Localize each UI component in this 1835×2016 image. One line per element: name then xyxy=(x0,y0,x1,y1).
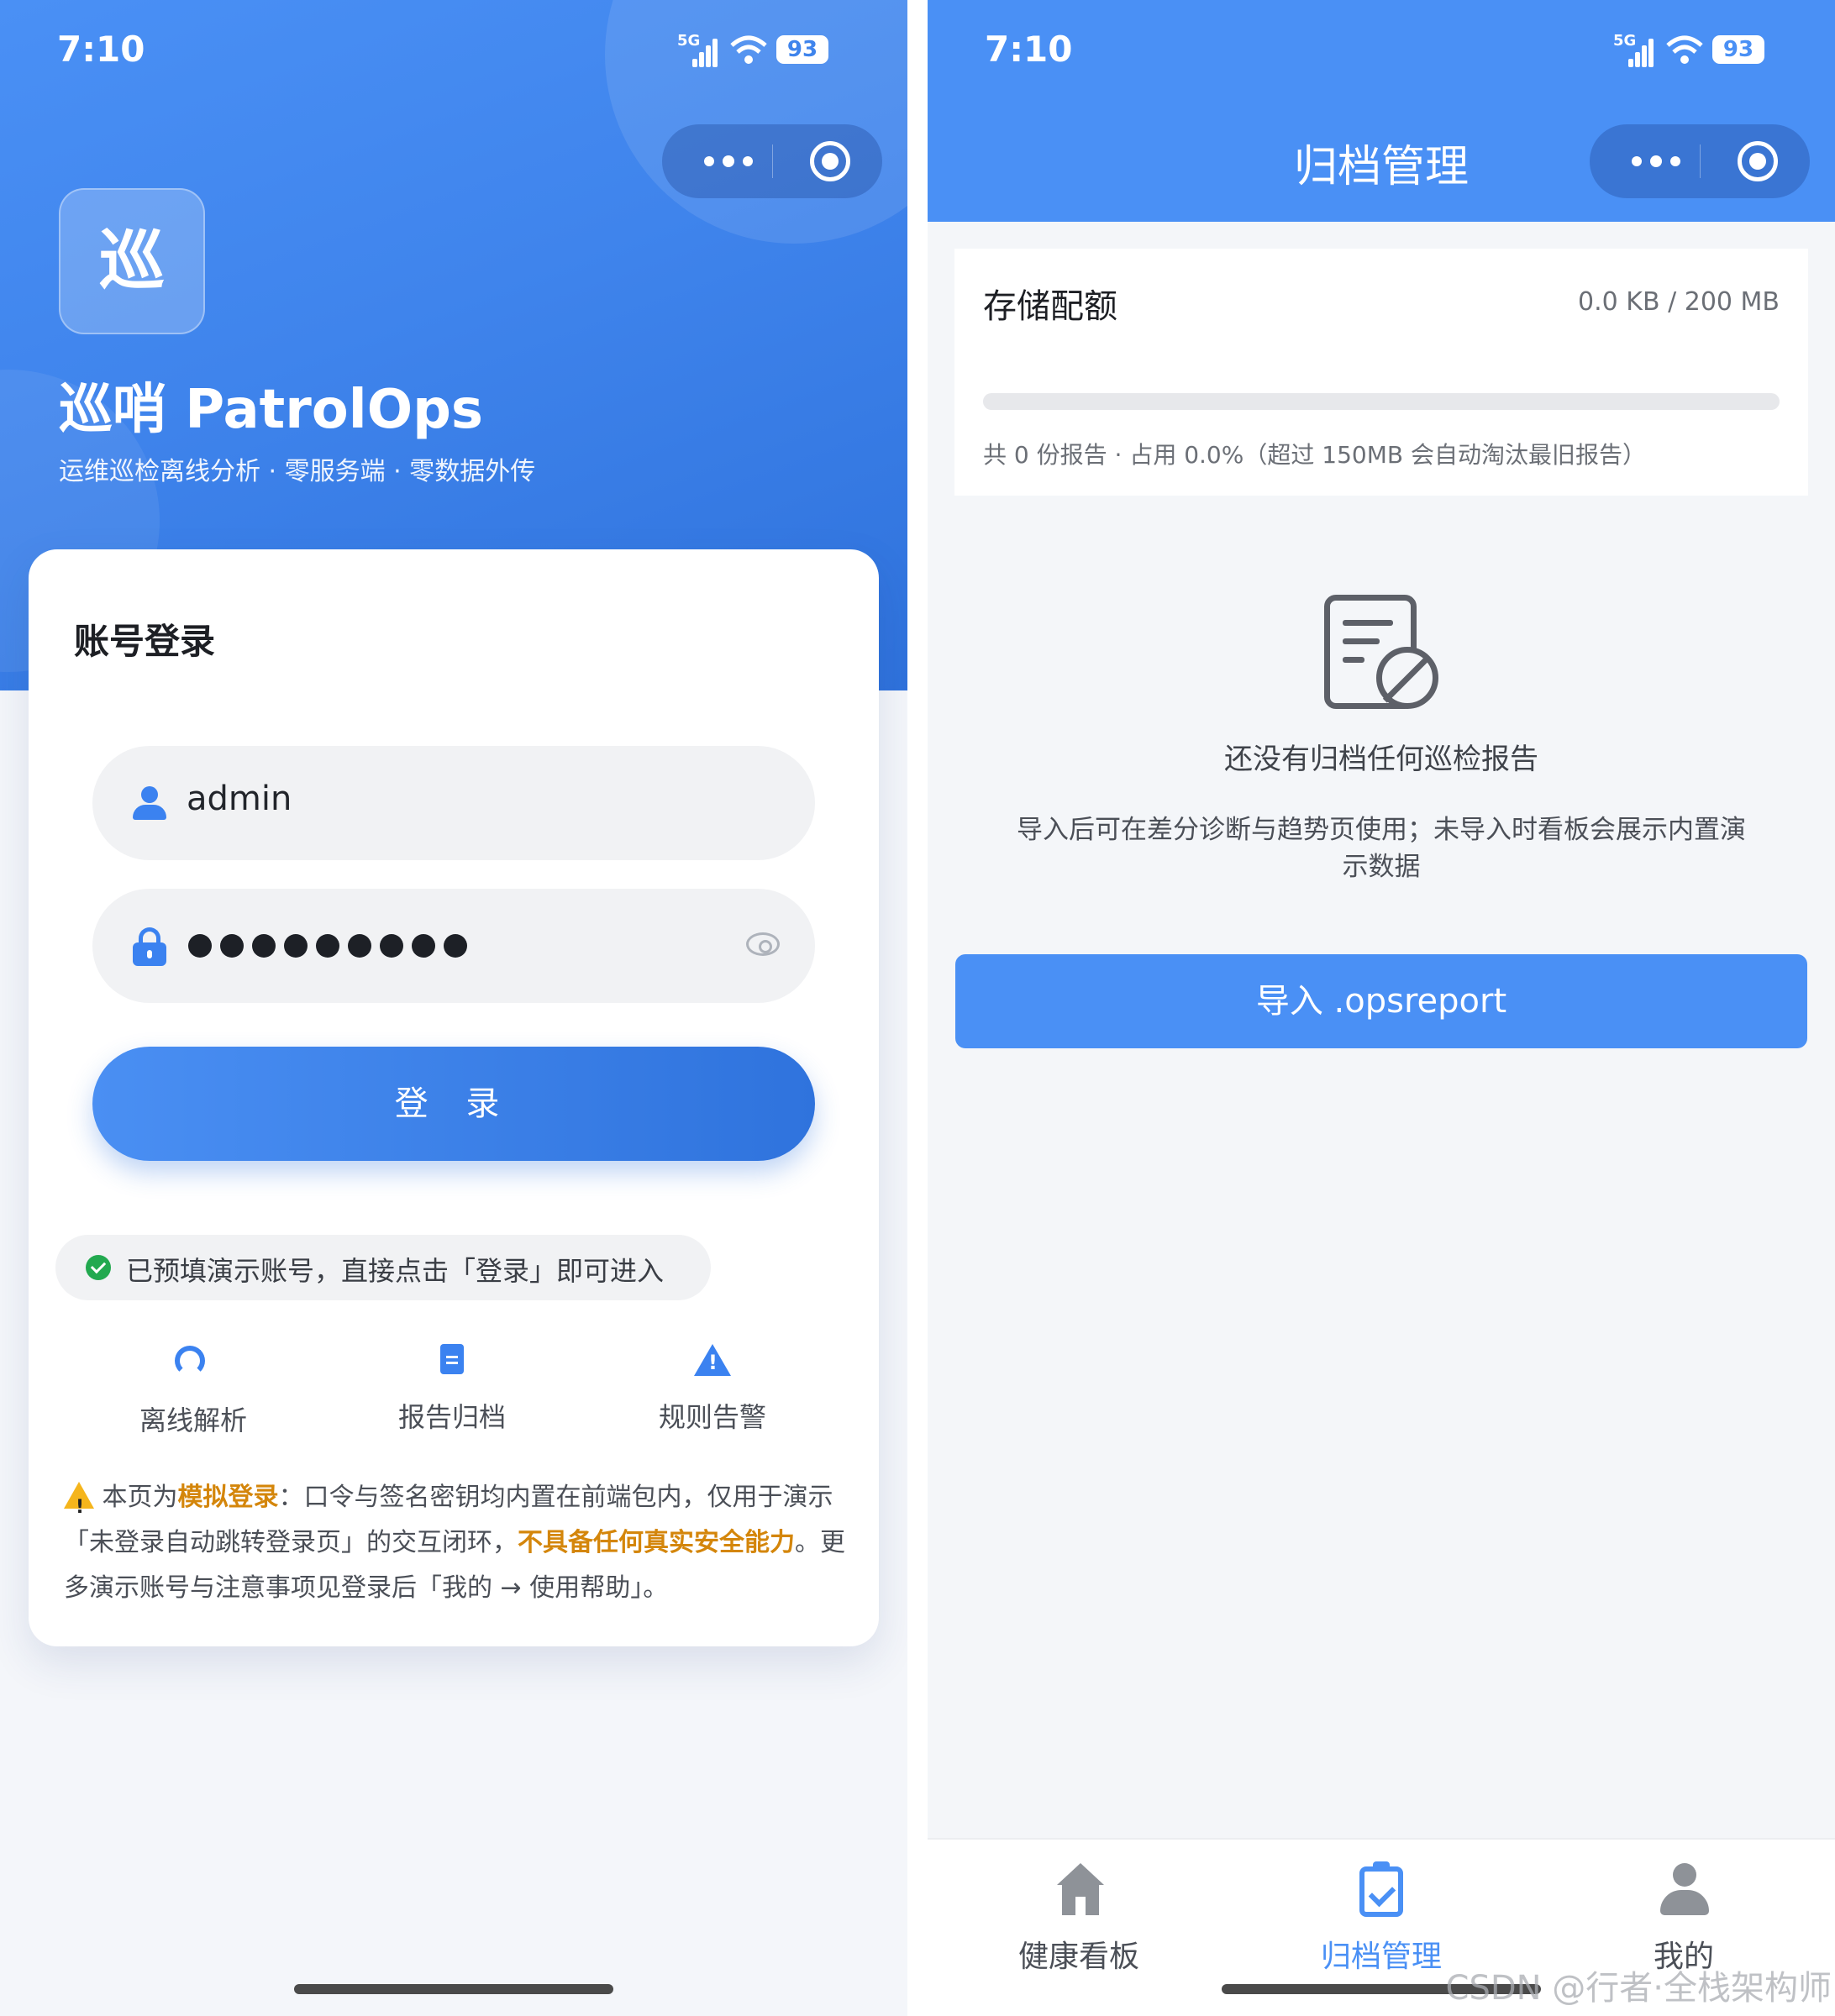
document-icon xyxy=(434,1342,471,1379)
password-dot xyxy=(348,934,371,958)
tab-archive-management[interactable]: 归档管理 xyxy=(1289,1861,1474,1976)
battery-icon: 93 xyxy=(776,35,828,64)
password-dot xyxy=(412,934,435,958)
tab-health-dashboard[interactable]: 健康看板 xyxy=(986,1863,1171,1976)
headset-icon xyxy=(175,1346,212,1383)
close-target-icon[interactable] xyxy=(1738,141,1778,181)
wifi-icon xyxy=(1666,35,1703,64)
wifi-icon xyxy=(730,35,767,64)
signal-icon xyxy=(1628,39,1654,67)
feature-label: 离线解析 xyxy=(139,1404,247,1436)
app-logo: 巡 xyxy=(59,188,205,334)
password-dot xyxy=(252,934,276,958)
feature-label: 规则告警 xyxy=(658,1401,766,1433)
prefill-hint: 已预填演示账号，直接点击「登录」即可进入 xyxy=(55,1235,711,1300)
notice-highlight: 模拟登录 xyxy=(177,1483,279,1512)
password-dot xyxy=(444,934,467,958)
feature-rule-alert: 规则告警 xyxy=(628,1342,797,1435)
password-dot xyxy=(316,934,339,958)
battery-icon: 93 xyxy=(1712,35,1764,64)
show-password-eye-icon[interactable] xyxy=(746,932,780,956)
login-screen: 7:10 5G 93 巡 巡哨 PatrolOps 运维巡检离线分析 · 零服务… xyxy=(0,0,907,2016)
empty-report-icon xyxy=(1324,595,1442,712)
quota-label: 存储配额 xyxy=(983,287,1117,326)
mock-login-notice: 本页为模拟登录：口令与签名密钥均内置在前端包内，仅用于演示「未登录自动跳转登录页… xyxy=(64,1475,854,1611)
more-icon[interactable] xyxy=(694,124,761,198)
status-time: 7:10 xyxy=(57,29,145,70)
status-bar: 7:10 5G 93 xyxy=(0,0,907,101)
warning-icon xyxy=(64,1482,94,1530)
feature-label: 报告归档 xyxy=(397,1401,506,1433)
user-icon xyxy=(131,785,168,822)
password-dot xyxy=(220,934,244,958)
status-time: 7:10 xyxy=(985,29,1073,70)
status-icons: 5G 93 xyxy=(1613,32,1764,71)
lock-icon xyxy=(131,927,168,966)
status-icons: 5G 93 xyxy=(677,32,828,71)
password-dot xyxy=(284,934,308,958)
signal-icon xyxy=(692,39,718,67)
clipboard-check-icon xyxy=(1356,1861,1406,1917)
app-brand-title: 巡哨 PatrolOps xyxy=(59,379,484,441)
login-button[interactable]: 登 录 xyxy=(92,1047,815,1161)
more-icon[interactable] xyxy=(1622,124,1689,198)
password-mask[interactable] xyxy=(188,934,476,959)
tab-label: 健康看板 xyxy=(1017,1940,1139,1974)
app-tagline: 运维巡检离线分析 · 零服务端 · 零数据外传 xyxy=(59,457,536,486)
quota-value: 0.0 KB / 200 MB xyxy=(1578,287,1780,317)
prefill-hint-text: 已预填演示账号，直接点击「登录」即可进入 xyxy=(126,1255,665,1287)
miniprogram-capsule xyxy=(1590,124,1810,198)
username-value[interactable]: admin xyxy=(187,780,292,818)
tab-mine[interactable]: 我的 xyxy=(1591,1863,1776,1976)
password-dot xyxy=(380,934,403,958)
watermark: CSDN @行者·全栈架构师 xyxy=(1445,1969,1832,2008)
empty-state-title: 还没有归档任何巡检报告 xyxy=(1224,743,1538,776)
quota-progress-bar xyxy=(983,393,1780,410)
archive-screen: 7:10 5G 93 归档管理 存储配额 0.0 KB / 200 MB 共 0… xyxy=(928,0,1835,2016)
notice-highlight: 不具备任何真实安全能力 xyxy=(518,1528,795,1557)
warning-icon xyxy=(694,1342,731,1379)
check-circle-icon xyxy=(86,1255,111,1280)
home-indicator xyxy=(294,1984,613,1994)
home-icon xyxy=(1054,1863,1104,1917)
password-dot xyxy=(188,934,212,958)
miniprogram-capsule xyxy=(662,124,882,198)
status-bar: 7:10 5G 93 xyxy=(928,0,1835,101)
login-card-title: 账号登录 xyxy=(74,621,216,662)
quota-info: 共 0 份报告 · 占用 0.0%（超过 150MB 会自动淘汰最旧报告） xyxy=(983,441,1646,469)
person-icon xyxy=(1659,1863,1709,1917)
empty-state-description: 导入后可在差分诊断与趋势页使用；未导入时看板会展示内置演示数据 xyxy=(1017,815,1746,882)
feature-report-archive: 报告归档 xyxy=(368,1342,536,1435)
close-target-icon[interactable] xyxy=(810,141,850,181)
storage-quota-card: 存储配额 0.0 KB / 200 MB 共 0 份报告 · 占用 0.0%（超… xyxy=(954,249,1808,496)
password-field[interactable] xyxy=(92,889,815,1003)
username-field[interactable]: admin xyxy=(92,746,815,860)
import-report-button[interactable]: 导入 .opsreport xyxy=(955,954,1807,1048)
feature-offline-parse: 离线解析 xyxy=(109,1342,277,1438)
